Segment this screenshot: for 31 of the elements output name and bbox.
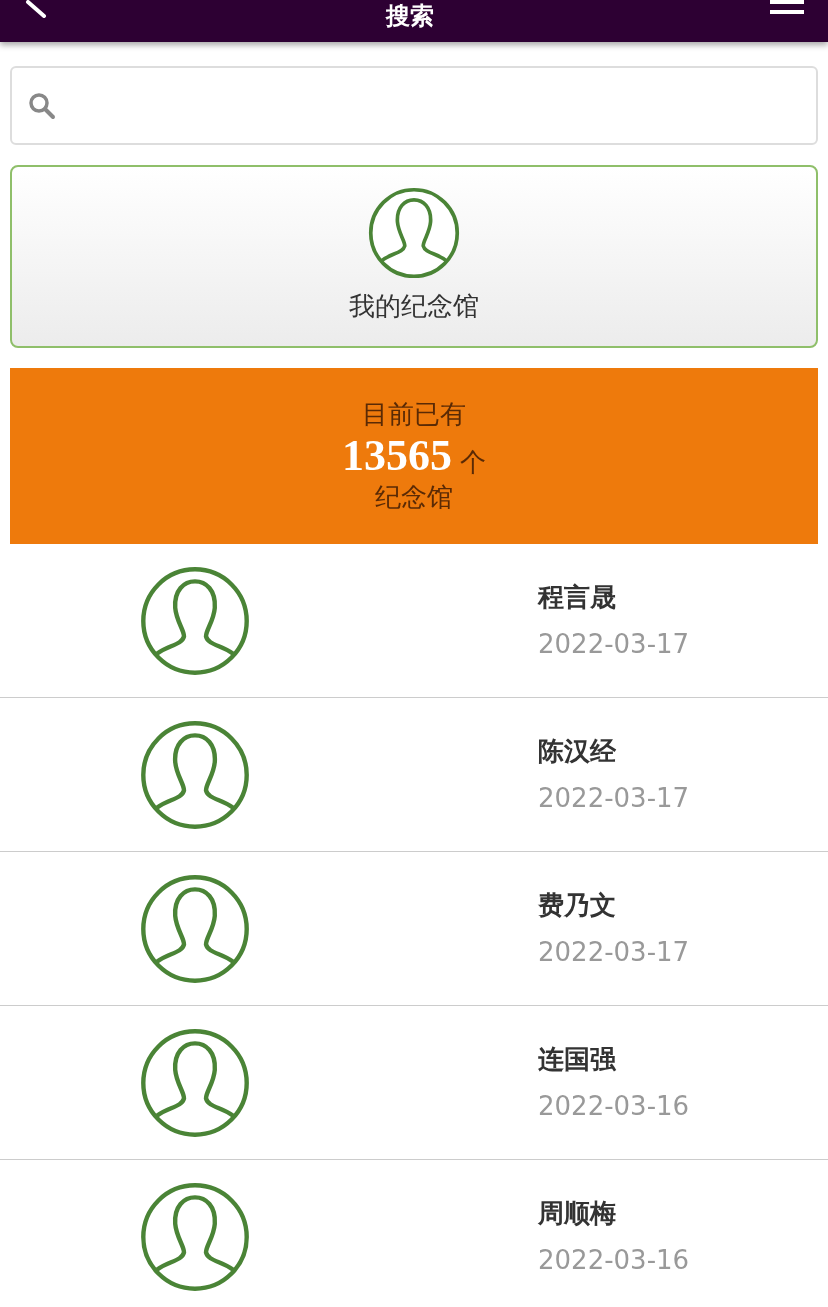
menu-icon[interactable] (770, 0, 804, 16)
memorial-count: 13565 (342, 434, 452, 478)
page-title: 搜索 (386, 4, 434, 28)
memorial-row[interactable]: 连国强 2022-03-16 (0, 1006, 828, 1160)
avatar-icon (140, 565, 250, 676)
avatar-icon (140, 719, 250, 830)
banner-text: 目前已有 (362, 398, 466, 430)
banner-text: 纪念馆 (375, 482, 453, 514)
memorial-name: 程言晟 (538, 580, 617, 614)
search-field[interactable] (10, 66, 818, 145)
avatar-icon (368, 187, 460, 279)
memorial-date: 2022-03-17 (538, 935, 690, 969)
memorial-date: 2022-03-17 (538, 627, 690, 661)
memorial-name: 周顺梅 (538, 1196, 617, 1230)
my-memorial-label: 我的纪念馆 (349, 290, 479, 323)
memorial-row[interactable]: 费乃文 2022-03-17 (0, 852, 828, 1006)
memorial-date: 2022-03-17 (538, 781, 690, 815)
memorial-name: 连国强 (538, 1042, 617, 1076)
avatar-icon (140, 1181, 250, 1292)
memorial-date: 2022-03-16 (538, 1243, 690, 1277)
my-memorial-card[interactable]: 我的纪念馆 (10, 165, 818, 348)
search-icon (28, 91, 56, 120)
memorial-name: 费乃文 (538, 888, 617, 922)
avatar-icon (140, 873, 250, 984)
memorial-row[interactable]: 周顺梅 2022-03-16 (0, 1160, 828, 1307)
memorial-date: 2022-03-16 (538, 1089, 690, 1123)
memorial-row[interactable]: 程言晟 2022-03-17 (0, 544, 828, 698)
memorial-name: 陈汉经 (538, 734, 617, 768)
avatar-icon (140, 1027, 250, 1138)
memorial-row[interactable]: 陈汉经 2022-03-17 (0, 698, 828, 852)
count-unit: 个 (460, 446, 486, 478)
